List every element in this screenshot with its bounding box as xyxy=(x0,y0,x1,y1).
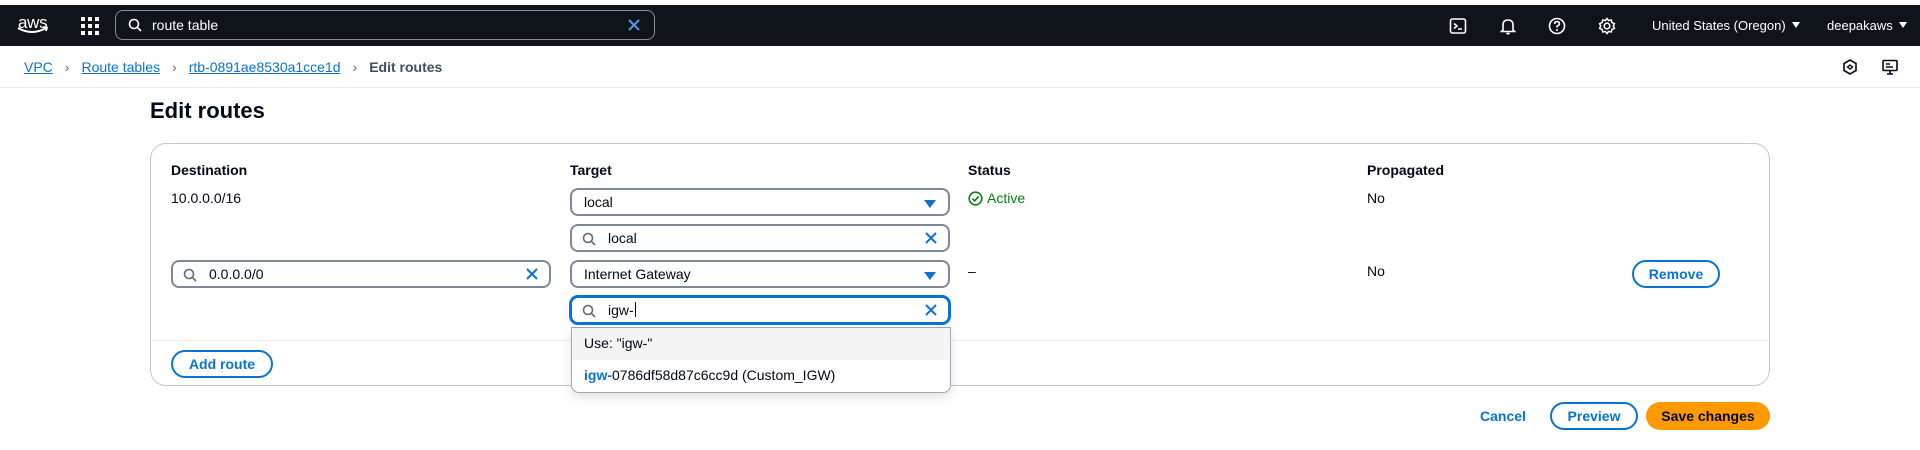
top-navigation: aws route table United States (Oregon) d… xyxy=(0,5,1920,46)
column-header-status: Status xyxy=(968,162,1011,178)
status-text: – xyxy=(968,263,976,279)
caret-down-icon xyxy=(1898,22,1907,28)
dropdown-option-igw[interactable]: igw-0786df58d87c6cc9d (Custom_IGW) xyxy=(572,360,950,392)
preview-button[interactable]: Preview xyxy=(1550,402,1638,430)
route-destination-static: 10.0.0.0/16 xyxy=(171,190,242,206)
column-header-propagated: Propagated xyxy=(1367,162,1445,178)
propagated-value: No xyxy=(1367,190,1385,206)
breadcrumb-route-tables[interactable]: Route tables xyxy=(81,59,160,75)
target-filter-value-wrap: igw- xyxy=(608,302,636,318)
clear-search-icon[interactable] xyxy=(626,17,642,33)
cloudshell-icon[interactable] xyxy=(1448,16,1468,36)
success-check-icon xyxy=(968,191,983,206)
page-title: Edit routes xyxy=(150,98,265,123)
caret-down-icon xyxy=(1791,22,1800,28)
clear-filter-icon[interactable] xyxy=(924,303,938,317)
services-menu-icon[interactable] xyxy=(81,17,99,35)
breadcrumb-route-table-id[interactable]: rtb-0891ae8530a1cce1d xyxy=(189,59,341,75)
target-filter-value: local xyxy=(608,230,637,246)
status-badge: Active xyxy=(968,190,1025,206)
settings-icon[interactable] xyxy=(1597,16,1617,36)
notifications-icon[interactable] xyxy=(1498,16,1518,36)
target-select-value: local xyxy=(584,194,613,210)
status-text: Active xyxy=(987,190,1026,206)
destination-input-row-2[interactable]: 0.0.0.0/0 xyxy=(171,260,551,288)
target-options-dropdown: Use: "igw-" igw-0786df58d87c6cc9d (Custo… xyxy=(571,327,951,393)
target-select-value: Internet Gateway xyxy=(584,266,691,282)
breadcrumb-current: Edit routes xyxy=(369,59,443,75)
column-header-destination: Destination xyxy=(171,162,248,178)
region-selector[interactable]: United States (Oregon) xyxy=(1652,18,1800,33)
help-icon[interactable] xyxy=(1547,16,1567,36)
caret-down-icon xyxy=(924,272,936,280)
target-select-row-2[interactable]: Internet Gateway xyxy=(570,260,950,288)
caret-down-icon xyxy=(924,200,936,208)
chevron-right-icon: › xyxy=(64,59,70,75)
save-changes-button[interactable]: Save changes xyxy=(1646,402,1770,430)
column-header-target: Target xyxy=(570,162,612,178)
clear-destination-icon[interactable] xyxy=(525,267,539,281)
feedback-icon[interactable] xyxy=(1881,58,1899,76)
cancel-button[interactable]: Cancel xyxy=(1480,408,1526,424)
breadcrumb: VPC › Route tables › rtb-0891ae8530a1cce1d › E… xyxy=(24,59,442,75)
target-filter-input-row-1[interactable]: local xyxy=(570,224,950,252)
chevron-right-icon: › xyxy=(172,59,177,75)
divider xyxy=(151,340,1769,341)
breadcrumb-bar: VPC › Route tables › rtb-0891ae8530a1cce1d › E… xyxy=(0,46,1920,88)
aws-smile-icon xyxy=(17,26,49,33)
option-rest-text: 0786df58d87c6cc9d (Custom_IGW) xyxy=(612,367,836,383)
search-icon xyxy=(582,232,596,246)
dropdown-option-use-typed[interactable]: Use: "igw-" xyxy=(572,328,950,360)
option-match-highlight: igw- xyxy=(584,367,612,383)
clear-filter-icon[interactable] xyxy=(924,231,938,245)
routes-container: Destination Target Status Propagated 10.… xyxy=(150,143,1770,386)
aws-logo[interactable]: aws xyxy=(16,13,52,39)
search-icon xyxy=(128,18,142,32)
target-select-row-1[interactable]: local xyxy=(570,188,950,216)
propagated-value: No xyxy=(1367,263,1385,279)
breadcrumb-vpc[interactable]: VPC xyxy=(24,59,53,75)
text-cursor xyxy=(634,302,636,317)
account-menu[interactable]: deepakaws xyxy=(1827,18,1907,33)
chevron-right-icon: › xyxy=(352,59,358,75)
search-icon xyxy=(183,268,197,282)
remove-route-button[interactable]: Remove xyxy=(1632,260,1720,288)
search-icon xyxy=(582,304,596,318)
add-route-button[interactable]: Add route xyxy=(171,350,273,378)
target-filter-input-row-2[interactable]: igw- xyxy=(570,296,950,324)
global-search-value: route table xyxy=(152,17,219,33)
account-name: deepakaws xyxy=(1827,18,1893,33)
destination-value: 0.0.0.0/0 xyxy=(209,266,264,282)
global-search-input[interactable]: route table xyxy=(115,10,655,40)
region-label: United States (Oregon) xyxy=(1652,18,1786,33)
amazon-q-icon[interactable] xyxy=(1841,58,1859,76)
target-filter-value: igw- xyxy=(608,302,634,318)
